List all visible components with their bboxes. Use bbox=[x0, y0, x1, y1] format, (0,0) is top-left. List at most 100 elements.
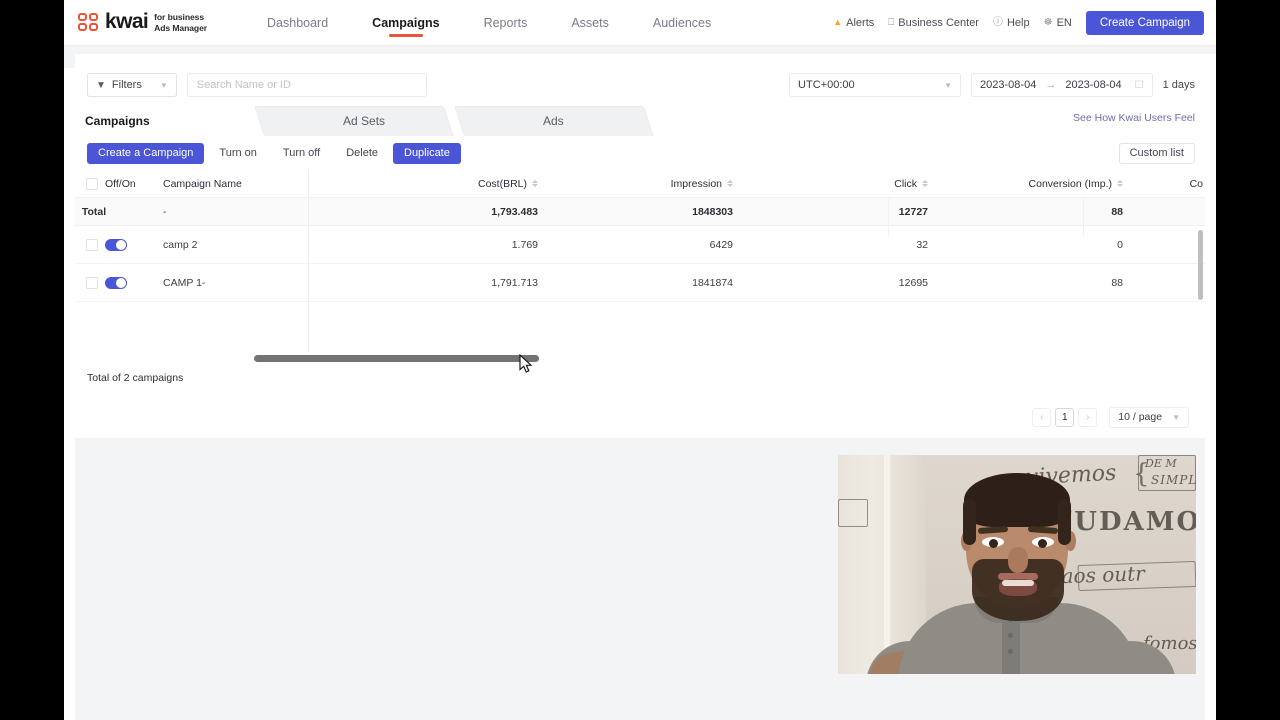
language-label: EN bbox=[1056, 16, 1072, 29]
video-overlay[interactable]: { vivemos DE M SIMPL JUDAMOS s aos outr … bbox=[838, 455, 1196, 674]
row-select-cell bbox=[75, 276, 105, 289]
total-row-conversion: 88 bbox=[1111, 205, 1123, 218]
language-selector[interactable]: ☸ EN bbox=[1044, 17, 1072, 29]
brand-subtitle: for business Ads Manager bbox=[154, 12, 207, 33]
column-header-impression-label: Impression bbox=[670, 177, 722, 190]
row-campaign-name[interactable]: camp 2 bbox=[163, 239, 363, 251]
column-header-impression[interactable]: Impression bbox=[558, 178, 753, 190]
external-link-icon: ⎕ bbox=[888, 16, 895, 28]
total-row-click: 12727 bbox=[898, 205, 928, 218]
row-checkbox[interactable] bbox=[86, 276, 98, 289]
business-center-link[interactable]: ⎕ Business Center bbox=[888, 17, 979, 29]
table-row[interactable]: CAMP 1- 1,791.713 1841874 12695 88 bbox=[75, 264, 1205, 302]
turn-on-button[interactable]: Turn on bbox=[208, 142, 268, 164]
business-center-label: Business Center bbox=[898, 16, 979, 29]
see-how-kwai-users-feel-link[interactable]: See How Kwai Users Feel bbox=[1073, 112, 1195, 124]
wall-text-2: DE M bbox=[1145, 457, 1177, 470]
campaign-enable-toggle[interactable] bbox=[105, 238, 127, 251]
browser-viewport: kwai for business Ads Manager Dashboard … bbox=[64, 0, 1216, 720]
duplicate-button[interactable]: Duplicate bbox=[393, 142, 461, 164]
days-count-label: 1 days bbox=[1162, 79, 1195, 91]
person-pupil-right bbox=[1038, 539, 1047, 548]
table-horizontal-scrollbar-thumb[interactable] bbox=[254, 355, 539, 362]
column-header-conversion-imp[interactable]: Conversion (Imp.) bbox=[948, 178, 1143, 190]
table-action-bar: Create a Campaign Turn on Turn off Delet… bbox=[75, 136, 1205, 170]
pagination-page-1[interactable]: 1 bbox=[1055, 407, 1075, 427]
warning-triangle-icon: ▲ bbox=[833, 17, 843, 27]
campaign-enable-toggle[interactable] bbox=[105, 276, 127, 289]
delete-button[interactable]: Delete bbox=[335, 142, 389, 164]
nav-item-dashboard[interactable]: Dashboard bbox=[245, 0, 350, 46]
turn-off-button[interactable]: Turn off bbox=[271, 142, 332, 164]
total-row-check-cell: Total bbox=[75, 206, 106, 218]
search-input[interactable] bbox=[186, 73, 427, 97]
row-select-cell bbox=[75, 238, 105, 251]
date-range-picker[interactable]: 2023-08-04 → 2023-08-04 ☐ bbox=[971, 73, 1153, 97]
date-end: 2023-08-04 bbox=[1065, 79, 1122, 91]
create-campaign-button[interactable]: Create Campaign bbox=[1085, 10, 1204, 35]
header-gap bbox=[64, 46, 1216, 68]
table-row[interactable]: camp 2 1.769 6429 32 0 bbox=[75, 226, 1205, 264]
sort-icon[interactable] bbox=[727, 180, 733, 187]
funnel-icon: ▼ bbox=[96, 79, 106, 91]
page-size-select[interactable]: 10 / page ▼ bbox=[1109, 406, 1189, 428]
column-header-partial[interactable]: Co bbox=[1143, 178, 1203, 190]
kwai-logo[interactable]: kwai for business Ads Manager bbox=[78, 11, 207, 34]
shirt-button bbox=[1008, 649, 1013, 654]
wall-text-3: SIMPL bbox=[1151, 473, 1196, 487]
table-vertical-scrollbar[interactable] bbox=[1198, 230, 1203, 300]
filters-dropdown[interactable]: ▼ Filters ▼ bbox=[87, 73, 177, 97]
timezone-select[interactable]: UTC+00:00 ▼ bbox=[789, 73, 962, 97]
person-hair-side-left bbox=[963, 499, 976, 545]
row-campaign-name[interactable]: CAMP 1- bbox=[163, 277, 363, 289]
person-hair-side-right bbox=[1058, 499, 1071, 545]
wall-edge bbox=[884, 455, 890, 674]
person-hair bbox=[964, 473, 1070, 527]
row-impression: 1841874 bbox=[692, 276, 733, 289]
row-click: 32 bbox=[916, 238, 928, 251]
row-checkbox[interactable] bbox=[86, 238, 98, 251]
tab-ad-sets[interactable]: Ad Sets bbox=[254, 106, 454, 136]
nav-item-campaigns[interactable]: Campaigns bbox=[350, 0, 461, 46]
row-toggle-cell bbox=[105, 238, 163, 251]
chevron-down-icon: ▼ bbox=[159, 80, 168, 90]
help-circle-icon: ⓘ bbox=[992, 16, 1003, 28]
nav-item-audiences[interactable]: Audiences bbox=[631, 0, 733, 46]
shirt-button bbox=[1008, 633, 1013, 638]
pagination-prev-button[interactable]: ‹ bbox=[1032, 407, 1052, 427]
tab-ad-sets-label: Ad Sets bbox=[343, 114, 386, 128]
column-header-cost-label: Cost(BRL) bbox=[477, 177, 527, 190]
create-a-campaign-button[interactable]: Create a Campaign bbox=[87, 142, 205, 164]
sort-icon[interactable] bbox=[922, 180, 928, 187]
row-impression: 6429 bbox=[709, 238, 733, 251]
person-nose bbox=[1008, 547, 1028, 573]
sort-icon[interactable] bbox=[532, 180, 538, 187]
pagination-next-button[interactable]: › bbox=[1078, 407, 1098, 427]
cell-divider bbox=[888, 198, 889, 236]
help-button[interactable]: ⓘ Help bbox=[993, 17, 1030, 29]
nav-item-assets[interactable]: Assets bbox=[549, 0, 631, 46]
alerts-button[interactable]: ▲ Alerts bbox=[833, 17, 874, 29]
column-header-click[interactable]: Click bbox=[753, 178, 948, 190]
wall-text-4: JUDAMOS bbox=[1060, 507, 1196, 537]
chevron-down-icon: ▼ bbox=[1172, 412, 1180, 422]
cell-divider bbox=[1083, 198, 1084, 236]
entity-tabs: Campaigns Ad Sets Ads See How Kwai Users… bbox=[70, 102, 1205, 136]
table-horizontal-scrollbar-track[interactable] bbox=[75, 352, 1205, 364]
column-header-click-label: Click bbox=[894, 177, 917, 190]
person-teeth bbox=[1002, 580, 1034, 586]
table-header-row: Off/On Campaign Name Cost(BRL) Impressio… bbox=[75, 170, 1205, 198]
row-cost: 1.769 bbox=[511, 238, 538, 251]
nav-item-reports[interactable]: Reports bbox=[462, 0, 550, 46]
column-header-cost[interactable]: Cost(BRL) bbox=[363, 178, 558, 190]
sort-icon[interactable] bbox=[1117, 180, 1123, 187]
custom-list-button[interactable]: Custom list bbox=[1118, 142, 1195, 164]
header-actions: ▲ Alerts ⎕ Business Center ⓘ Help ☸ EN C… bbox=[833, 10, 1204, 35]
page-size-value: 10 / page bbox=[1118, 411, 1163, 423]
row-toggle-cell bbox=[105, 276, 163, 289]
tab-campaigns[interactable]: Campaigns bbox=[70, 106, 270, 136]
tab-ads[interactable]: Ads bbox=[454, 106, 654, 136]
person-pupil-left bbox=[989, 539, 998, 548]
select-all-checkbox[interactable] bbox=[86, 177, 98, 190]
app-header: kwai for business Ads Manager Dashboard … bbox=[64, 0, 1216, 46]
